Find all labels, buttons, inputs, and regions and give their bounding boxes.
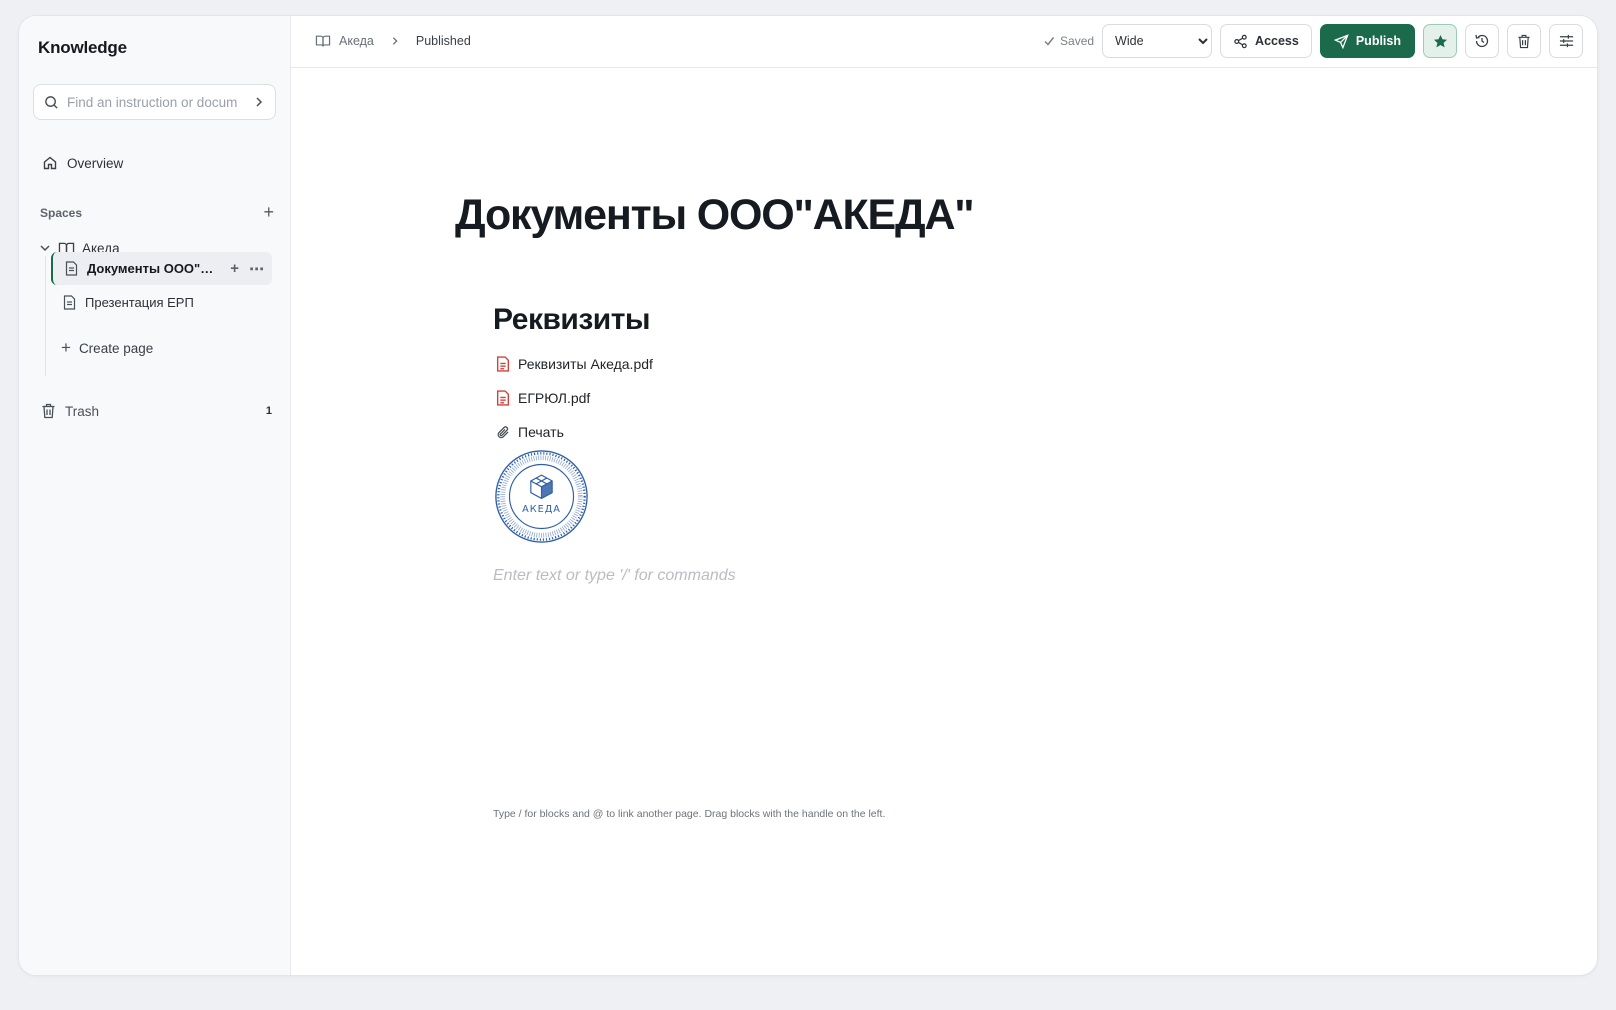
share-icon (1234, 34, 1247, 48)
publish-label: Publish (1355, 34, 1401, 48)
spaces-header: Spaces + (40, 202, 276, 223)
spaces-label: Spaces (40, 205, 83, 220)
sidebar-item-trash[interactable]: Trash 1 (41, 403, 276, 419)
document-icon (65, 261, 78, 276)
editor-hint: Type / for blocks and @ to link another … (493, 808, 886, 820)
sidebar: Knowledge Overview Spaces + Акеда Докуме… (19, 16, 291, 975)
top-bar: Акеда Published Saved Wide Access Publis… (291, 16, 1597, 68)
pdf-icon (496, 356, 510, 372)
favorite-button[interactable] (1423, 24, 1457, 58)
send-icon (1333, 33, 1349, 49)
file-attachment[interactable]: Печать (496, 424, 564, 440)
trash-count-badge: 1 (265, 405, 272, 417)
more-icon[interactable]: ⋯ (249, 260, 264, 278)
file-name: Реквизиты Акеда.pdf (518, 356, 653, 372)
document-icon (63, 295, 76, 310)
page-title[interactable]: Документы ООО"АКЕДА" (455, 191, 975, 240)
history-button[interactable] (1465, 24, 1499, 58)
trash-icon (1518, 34, 1530, 48)
brand-title: Knowledge (38, 38, 127, 57)
file-attachment[interactable]: Реквизиты Акеда.pdf (496, 356, 653, 372)
overview-label: Overview (67, 155, 124, 171)
publish-button[interactable]: Publish (1319, 24, 1415, 58)
main-content: Акеда Published Saved Wide Access Publis… (291, 16, 1597, 975)
create-page-button[interactable]: + Create page (61, 338, 153, 358)
breadcrumb-space[interactable]: Акеда (339, 34, 374, 48)
saved-status: Saved (1043, 34, 1094, 48)
file-attachment[interactable]: ЕГРЮЛ.pdf (496, 390, 590, 406)
toolbar: Saved Wide Access Publish (1043, 24, 1583, 58)
access-label: Access (1255, 34, 1299, 48)
sidebar-item-overview[interactable]: Overview (33, 146, 276, 180)
add-space-icon[interactable]: + (263, 202, 274, 223)
tree-line (45, 256, 46, 376)
seal-text: АКЕДА (522, 504, 561, 515)
width-select[interactable]: Wide (1102, 24, 1213, 58)
trash-icon (42, 403, 55, 419)
paperclip-icon (497, 425, 509, 438)
history-icon (1475, 34, 1489, 48)
file-name: ЕГРЮЛ.pdf (518, 390, 591, 406)
chevron-right-icon (392, 37, 398, 45)
chevron-right-icon[interactable] (253, 96, 265, 108)
sliders-icon (1559, 34, 1573, 48)
breadcrumb-status: Published (415, 34, 471, 48)
file-name: Печать (518, 424, 564, 440)
saved-label: Saved (1060, 34, 1095, 48)
search-box[interactable] (33, 84, 276, 120)
page-label: Презентация ЕРП (85, 295, 194, 310)
sidebar-page-presentation[interactable]: Презентация ЕРП (51, 286, 272, 319)
trash-label: Trash (65, 403, 100, 419)
home-icon (43, 156, 57, 170)
editor-placeholder[interactable]: Enter text or type '/' for commands (493, 567, 736, 585)
breadcrumb: Акеда Published (315, 16, 471, 66)
app-window: Knowledge Overview Spaces + Акеда Докуме… (18, 15, 1598, 976)
search-icon (45, 95, 58, 109)
search-input[interactable] (67, 94, 237, 110)
delete-button[interactable] (1507, 24, 1541, 58)
book-icon (315, 35, 331, 47)
chevron-down-icon[interactable] (39, 242, 51, 254)
access-button[interactable]: Access (1220, 24, 1312, 58)
plus-icon: + (61, 338, 71, 357)
pdf-icon (496, 390, 510, 406)
check-icon (1044, 37, 1055, 46)
add-subpage-icon[interactable]: + (230, 260, 239, 278)
sidebar-page-documents[interactable]: Документы ООО"АК... + ⋯ (51, 252, 272, 285)
settings-button[interactable] (1549, 24, 1583, 58)
create-page-label: Create page (78, 340, 154, 356)
company-seal-image[interactable]: АКЕДА (493, 448, 590, 545)
page-label: Документы ООО"АК... (87, 261, 217, 276)
star-icon (1433, 34, 1447, 47)
section-heading[interactable]: Реквизиты (493, 303, 651, 337)
